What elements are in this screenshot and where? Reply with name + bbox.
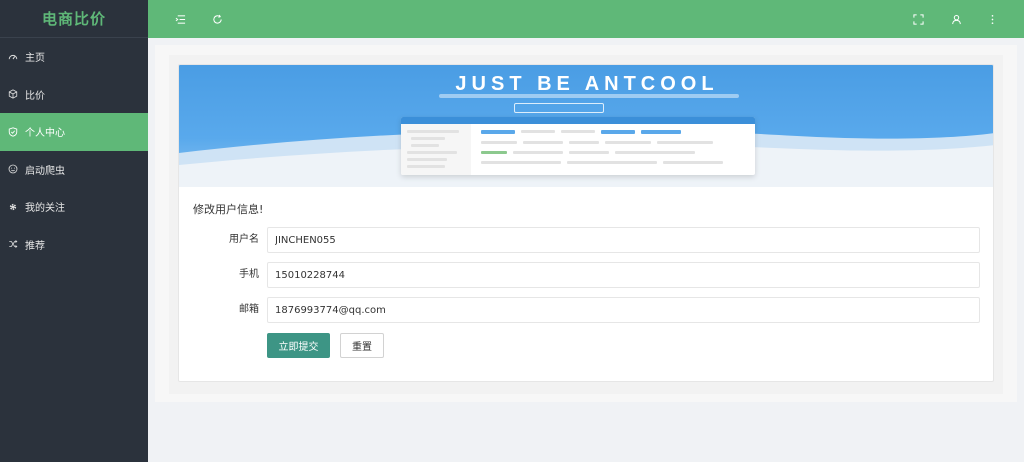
form-row-email: 邮箱	[179, 297, 993, 323]
menu-fold-icon[interactable]	[172, 11, 188, 27]
gear-icon	[7, 201, 19, 213]
form-title: 修改用户信息!	[193, 203, 264, 216]
logo-text: 电商比价	[41, 10, 106, 28]
sidebar-item-label: 推荐	[25, 240, 45, 252]
sidebar-item-compare[interactable]: 比价	[0, 76, 148, 114]
form-row-phone: 手机	[179, 262, 993, 288]
sidebar: 电商比价 主页 比价 个人中心 启动爬虫 我的关注 推荐	[0, 0, 148, 462]
more-vertical-icon[interactable]	[984, 11, 1000, 27]
email-input[interactable]	[267, 297, 980, 323]
sidebar-item-label: 比价	[25, 90, 45, 102]
sidebar-item-label: 主页	[25, 53, 45, 65]
sidebar-item-crawler[interactable]: 启动爬虫	[0, 151, 148, 189]
topbar	[148, 0, 1024, 38]
sidebar-item-home[interactable]: 主页	[0, 38, 148, 76]
reset-button[interactable]: 重置	[340, 333, 384, 358]
shield-icon	[7, 126, 19, 138]
phone-label: 手机	[239, 269, 259, 280]
refresh-icon[interactable]	[209, 11, 225, 27]
sidebar-item-label: 个人中心	[25, 128, 65, 140]
banner-title: JUST BE ANTCOOL	[455, 73, 719, 95]
banner-image: JUST BE ANTCOOL	[179, 65, 993, 187]
phone-input[interactable]	[267, 262, 980, 288]
banner-subtitle-bar	[439, 94, 739, 98]
user-icon[interactable]	[948, 11, 964, 27]
username-input[interactable]	[267, 227, 980, 253]
shuffle-icon	[7, 238, 19, 250]
sidebar-item-label: 启动爬虫	[25, 165, 65, 177]
profile-card: JUST BE ANTCOOL 修改用户信息! 用户名 JINCHEN055 手…	[178, 64, 994, 382]
sidebar-item-follow[interactable]: 我的关注	[0, 188, 148, 226]
sidebar-item-label: 我的关注	[25, 203, 65, 215]
dashboard-icon	[7, 51, 19, 63]
submit-button[interactable]: 立即提交	[267, 333, 330, 358]
user-info-form: 修改用户信息! 用户名 手机 邮箱 立即提交 重置	[179, 187, 993, 381]
username-label: 用户名	[229, 234, 259, 245]
smile-icon	[7, 163, 19, 175]
email-label: 邮箱	[239, 304, 259, 315]
form-row-username: 用户名	[179, 227, 993, 253]
sidebar-item-profile[interactable]: 个人中心	[0, 113, 148, 151]
sidebar-item-recommend[interactable]: 推荐	[0, 226, 148, 264]
cube-icon	[7, 88, 19, 100]
logo[interactable]: 电商比价	[0, 0, 148, 38]
banner-preview-window	[401, 117, 755, 175]
fullscreen-icon[interactable]	[910, 11, 926, 27]
banner-download-button	[514, 103, 604, 113]
